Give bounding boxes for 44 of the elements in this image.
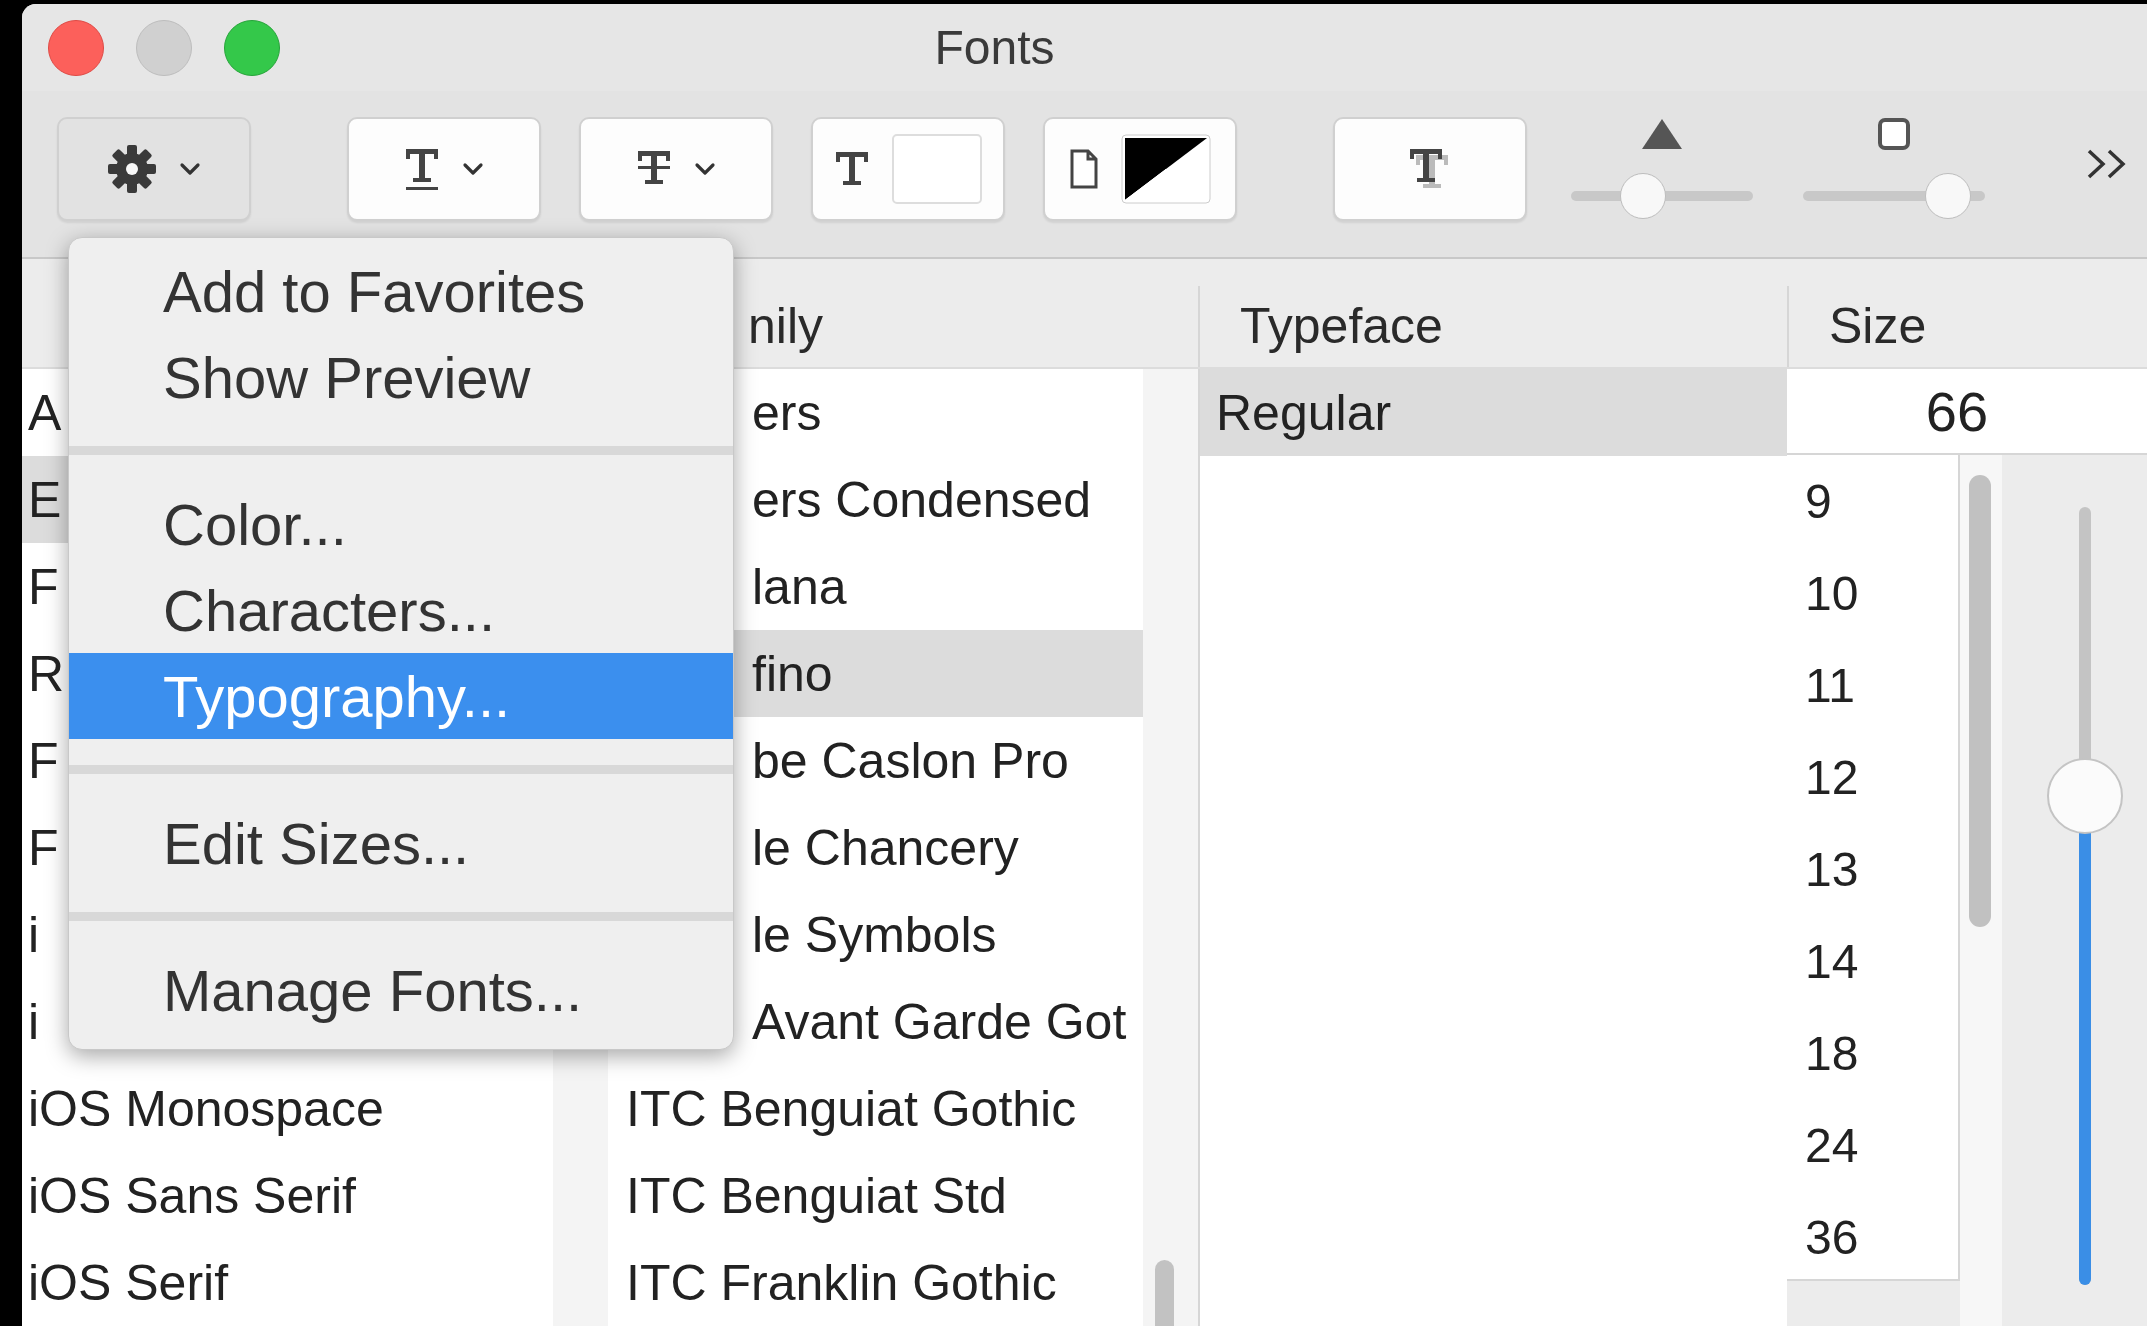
size-option[interactable]: 10 — [1787, 547, 1958, 639]
menu-item[interactable]: Add to Favorites — [69, 248, 733, 334]
list-item[interactable]: ITC Benguiat Std — [608, 1152, 1143, 1239]
size-option[interactable]: 14 — [1787, 915, 1958, 1007]
menu-item[interactable]: Show Preview — [69, 334, 733, 420]
list-item[interactable]: iOS Monospace — [22, 1065, 553, 1152]
strikethrough-button[interactable] — [579, 117, 773, 222]
triangle-icon — [1640, 117, 1684, 152]
menu-item[interactable]: Manage Fonts... — [69, 947, 733, 1033]
list-item[interactable]: iOS Sans Serif — [22, 1152, 553, 1239]
size-field[interactable]: 66 — [1787, 369, 2147, 455]
page-icon — [1069, 149, 1099, 190]
list-item[interactable]: ITC Franklin Gothic — [608, 1239, 1143, 1326]
size-option[interactable]: 11 — [1787, 639, 1958, 731]
size-option[interactable]: 24 — [1787, 1099, 1958, 1191]
list-item[interactable]: Regular — [1200, 369, 1787, 456]
document-color-button[interactable] — [1043, 117, 1237, 222]
text-shadow-button[interactable] — [1333, 117, 1527, 222]
menu-item[interactable]: Color... — [69, 481, 733, 567]
underlined-t-icon — [404, 147, 440, 192]
column-header[interactable]: Typeface — [1240, 297, 1443, 356]
slider[interactable] — [1571, 173, 1753, 220]
list-item[interactable]: ITC Benguiat Gothic — [608, 1065, 1143, 1152]
caret-icon — [694, 161, 716, 178]
size-option[interactable]: 9 — [1787, 455, 1958, 547]
size-option[interactable]: 13 — [1787, 823, 1958, 915]
settings-button[interactable] — [57, 117, 251, 222]
menu-item[interactable]: Edit Sizes... — [69, 800, 733, 886]
list-item[interactable]: iOS Serif — [22, 1239, 553, 1326]
text-color-button[interactable] — [811, 117, 1005, 222]
underline-button[interactable] — [347, 117, 541, 222]
square-icon — [1877, 117, 1911, 152]
size-option[interactable]: 36 — [1787, 1191, 1958, 1283]
scrollbar-thumb[interactable] — [1969, 475, 1991, 927]
settings-icon — [107, 144, 157, 195]
caret-icon — [462, 161, 484, 178]
column-header[interactable]: Size — [1829, 297, 1927, 356]
column-header[interactable]: nily — [748, 297, 824, 356]
caret-icon — [179, 161, 201, 178]
size-option[interactable]: 12 — [1787, 731, 1958, 823]
slider[interactable] — [1803, 173, 1985, 220]
window-title: Fonts — [934, 20, 1055, 76]
scrollbar-thumb[interactable] — [1155, 1260, 1174, 1326]
size-option[interactable]: 18 — [1787, 1007, 1958, 1099]
